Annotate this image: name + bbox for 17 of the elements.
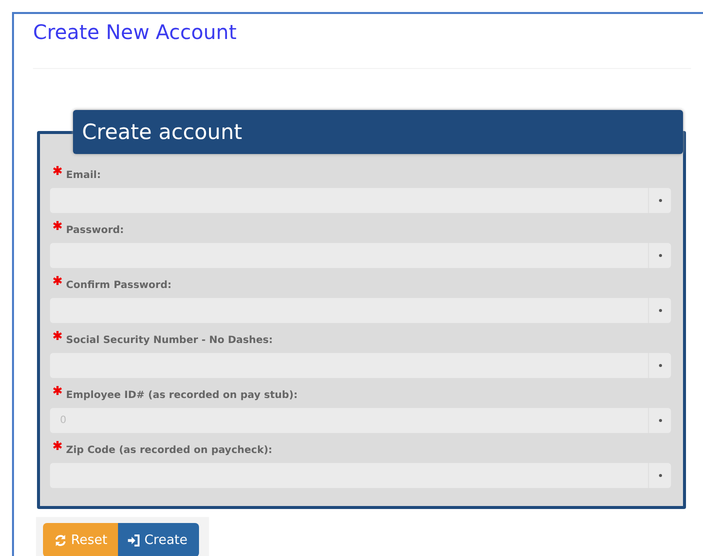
- sign-in-icon: [127, 534, 140, 546]
- create-button[interactable]: Create: [118, 523, 199, 556]
- dot-icon: [658, 309, 662, 312]
- field-label: Password:: [66, 225, 124, 236]
- dot-icon: [658, 474, 662, 477]
- field-label: Email:: [66, 170, 101, 181]
- field-label: Social Security Number - No Dashes:: [66, 335, 273, 346]
- dot-icon: [658, 254, 662, 257]
- dot-icon: [658, 364, 662, 367]
- dot-icon: [658, 419, 662, 422]
- panel-title: Create account: [73, 110, 683, 154]
- field-label: Zip Code (as recorded on paycheck):: [66, 445, 272, 456]
- dot-icon: [658, 199, 662, 202]
- field-label: Employee ID# (as recorded on pay stub):: [66, 390, 298, 401]
- field-label: Confirm Password:: [66, 280, 172, 291]
- refresh-icon: [54, 534, 67, 546]
- page-title: Create New Account: [33, 20, 238, 46]
